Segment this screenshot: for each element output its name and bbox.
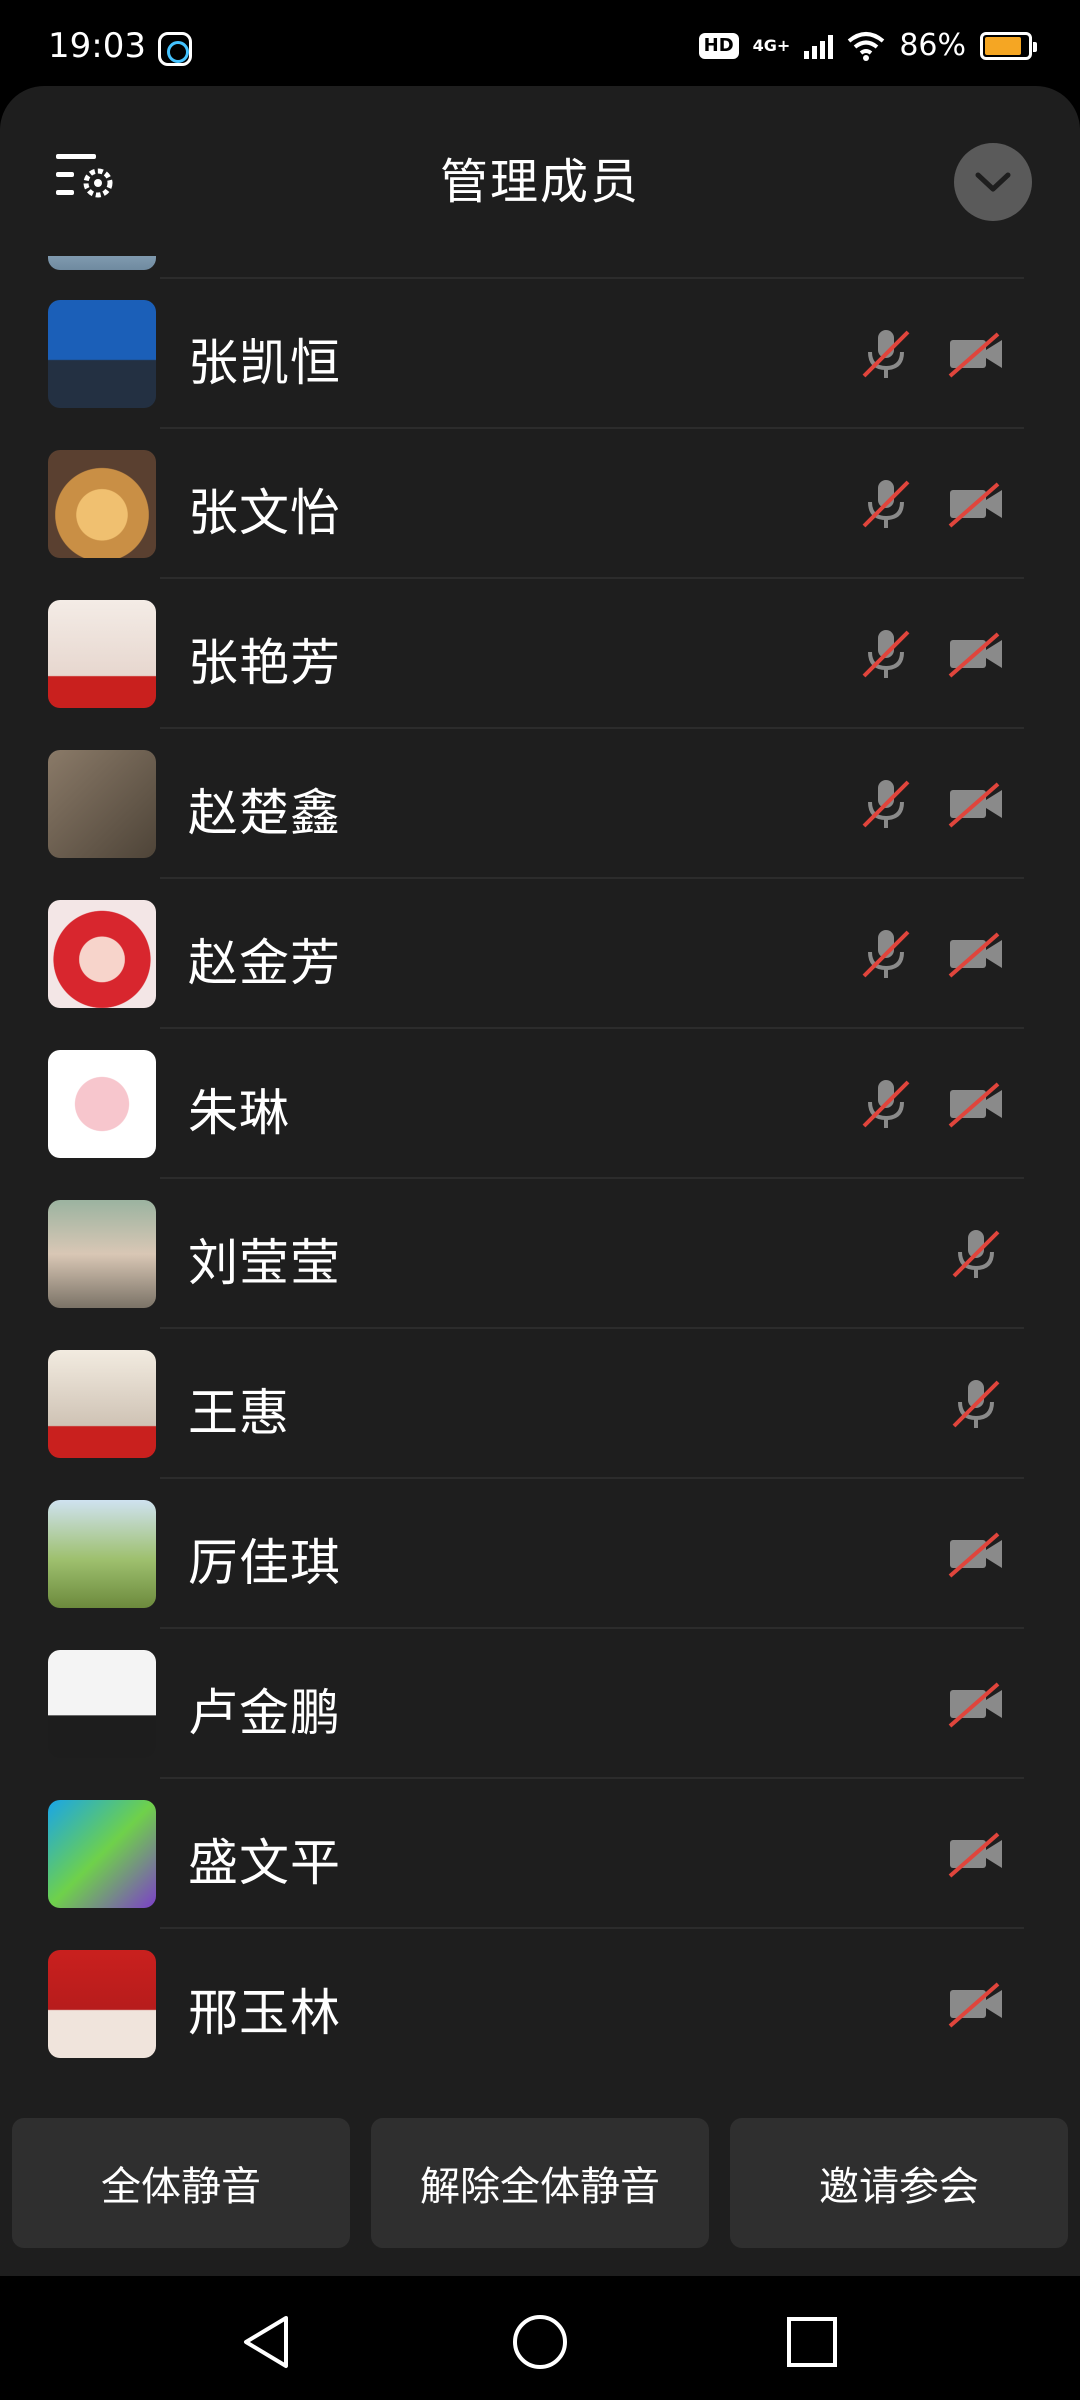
member-row[interactable]: 朱琳 (0, 1029, 1080, 1179)
member-row[interactable]: 赵楚鑫 (0, 729, 1080, 879)
action-bar: 全体静音 解除全体静音 邀请参会 (0, 2090, 1080, 2276)
avatar (48, 1500, 156, 1608)
home-icon[interactable] (512, 2314, 568, 2370)
camera-off-icon[interactable] (946, 1524, 1006, 1584)
member-name: 厉佳琪 (188, 1534, 341, 1592)
sheet-header: 管理成员 (0, 86, 1080, 256)
navigation-bar (0, 2276, 1080, 2400)
camera-off-icon[interactable] (946, 324, 1006, 384)
back-icon[interactable] (240, 2314, 292, 2370)
manage-members-sheet: 管理成员 张凯恒张文怡张艳芳赵楚鑫赵金芳朱琳刘莹莹王惠厉佳琪卢金鹏盛文平邢玉林 (0, 86, 1080, 2276)
page-title: 管理成员 (439, 154, 640, 210)
avatar (48, 750, 156, 858)
camera-off-icon[interactable] (946, 1074, 1006, 1134)
mic-muted-icon[interactable] (856, 924, 916, 984)
member-name: 张凯恒 (188, 334, 341, 392)
camera-off-icon[interactable] (946, 474, 1006, 534)
mic-muted-icon[interactable] (856, 324, 916, 384)
avatar (48, 256, 156, 270)
member-row[interactable]: 张艳芳 (0, 579, 1080, 729)
member-row[interactable]: 刘莹莹 (0, 1179, 1080, 1329)
invite-button[interactable]: 邀请参会 (730, 2118, 1068, 2248)
hd-badge: HD (698, 32, 739, 59)
avatar (48, 600, 156, 708)
member-name: 张艳芳 (188, 634, 341, 692)
member-row[interactable]: 厉佳琪 (0, 1479, 1080, 1629)
status-indicators: HD 4G+ 86% (698, 28, 1037, 63)
member-name: 赵楚鑫 (188, 784, 341, 842)
member-name: 王惠 (188, 1384, 290, 1442)
avatar (48, 1950, 156, 2058)
avatar (48, 1350, 156, 1458)
network-type-label: 4G+ (752, 35, 791, 55)
signal-icon (804, 33, 834, 59)
camera-off-icon[interactable] (946, 1824, 1006, 1884)
status-time: 19:03 (48, 26, 146, 66)
mic-muted-icon[interactable] (856, 774, 916, 834)
mic-muted-icon[interactable] (946, 1224, 1006, 1284)
mic-muted-icon[interactable] (856, 624, 916, 684)
member-name: 卢金鹏 (188, 1684, 341, 1742)
member-name: 邢玉林 (188, 1984, 341, 2042)
avatar (48, 1050, 156, 1158)
battery-percentage: 86% (899, 28, 966, 63)
member-name: 赵金芳 (188, 934, 341, 992)
status-bar: 19:03 HD 4G+ 86% (0, 0, 1080, 88)
battery-level-fill (985, 36, 1021, 55)
member-name: 刘莹莹 (188, 1234, 341, 1292)
collapse-button[interactable] (954, 143, 1032, 221)
avatar (48, 450, 156, 558)
camera-off-icon[interactable] (946, 924, 1006, 984)
avatar (48, 300, 156, 408)
camera-off-icon[interactable] (946, 1974, 1006, 2034)
member-name: 盛文平 (188, 1834, 341, 1892)
camera-off-icon[interactable] (946, 774, 1006, 834)
member-row[interactable]: 邢玉林 (0, 1929, 1080, 2079)
unmute-all-button[interactable]: 解除全体静音 (371, 2118, 709, 2248)
recent-apps-icon[interactable] (786, 2316, 838, 2368)
member-row[interactable]: 张凯恒 (0, 279, 1080, 429)
battery-icon (980, 31, 1037, 60)
mute-all-button[interactable]: 全体静音 (12, 2118, 350, 2248)
member-row[interactable]: 张文怡 (0, 429, 1080, 579)
member-name: 朱琳 (188, 1084, 290, 1142)
mic-muted-icon[interactable] (856, 1074, 916, 1134)
mic-muted-icon[interactable] (946, 1374, 1006, 1434)
member-name: 张文怡 (188, 484, 341, 542)
member-row[interactable]: 王惠 (0, 1329, 1080, 1479)
avatar (48, 1650, 156, 1758)
camera-off-icon[interactable] (946, 624, 1006, 684)
member-row[interactable]: 赵金芳 (0, 879, 1080, 1029)
avatar (48, 1200, 156, 1308)
member-row[interactable]: 盛文平 (0, 1779, 1080, 1929)
member-row[interactable]: 卢金鹏 (0, 1629, 1080, 1779)
chevron-down-icon (975, 172, 1011, 192)
avatar (48, 1800, 156, 1908)
app-notification-icon (158, 32, 192, 66)
avatar (48, 900, 156, 1008)
camera-off-icon[interactable] (946, 1674, 1006, 1734)
member-list[interactable]: 张凯恒张文怡张艳芳赵楚鑫赵金芳朱琳刘莹莹王惠厉佳琪卢金鹏盛文平邢玉林 (0, 256, 1080, 2176)
wifi-icon (848, 31, 885, 61)
mic-muted-icon[interactable] (856, 474, 916, 534)
